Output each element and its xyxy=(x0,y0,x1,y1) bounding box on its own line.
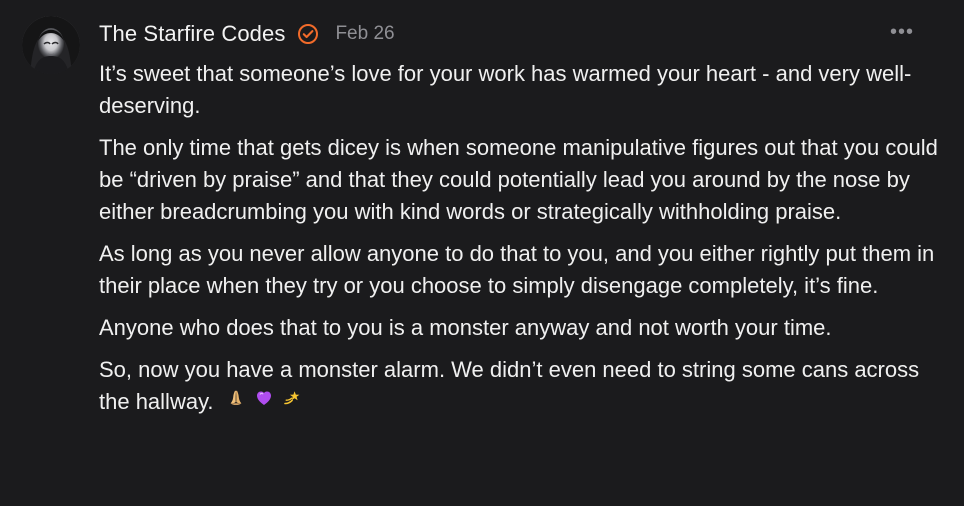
comment-header: The Starfire Codes Feb 26 xyxy=(99,18,395,50)
comment-paragraph-2: The only time that gets dicey is when so… xyxy=(99,135,938,224)
comment-date[interactable]: Feb 26 xyxy=(335,23,394,45)
comment-paragraph-4: Anyone who does that to you is a monster… xyxy=(99,315,832,340)
verified-check-icon xyxy=(297,23,319,45)
comment-body: It’s sweet that someone’s love for your … xyxy=(99,58,939,419)
author-name[interactable]: The Starfire Codes xyxy=(99,21,285,47)
avatar[interactable] xyxy=(22,16,80,74)
comment: The Starfire Codes Feb 26 ••• It’s sweet… xyxy=(0,0,964,506)
comment-paragraph-5: So, now you have a monster alarm. We did… xyxy=(99,354,939,419)
purple-heart-emoji xyxy=(254,385,274,417)
comment-paragraph-5-text: So, now you have a monster alarm. We did… xyxy=(99,357,920,414)
comment-paragraph-3: As long as you never allow anyone to do … xyxy=(99,241,935,298)
praying-hands-emoji xyxy=(226,385,246,417)
dizzy-star-emoji xyxy=(282,385,302,417)
comment-paragraph-1: It’s sweet that someone’s love for your … xyxy=(99,61,912,118)
more-options-icon[interactable]: ••• xyxy=(890,21,914,43)
